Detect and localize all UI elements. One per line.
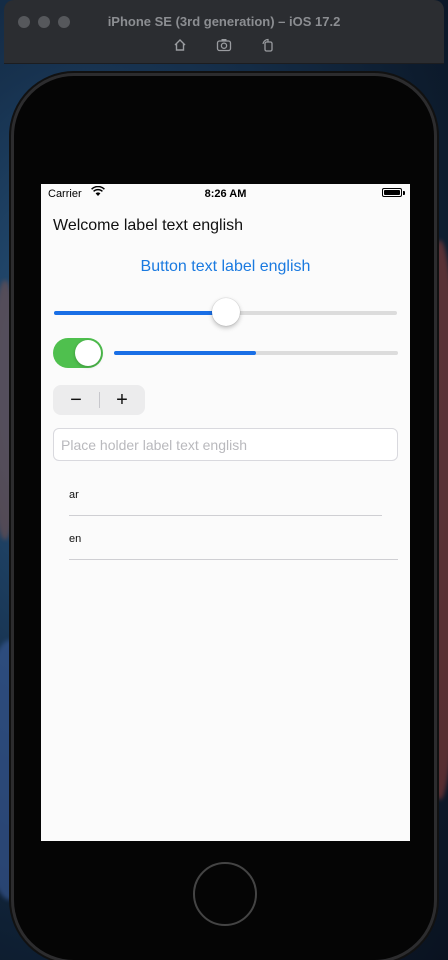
status-time: 8:26 AM — [204, 188, 247, 200]
stepper-divider — [99, 392, 100, 408]
screenshot-icon[interactable] — [215, 38, 233, 55]
battery-icon — [382, 188, 402, 197]
value-slider[interactable] — [54, 298, 397, 326]
simulator-title: iPhone SE (3rd generation) – iOS 17.2 — [107, 14, 341, 29]
main-button[interactable]: Button text label english — [41, 258, 410, 276]
stepper-decrement-button[interactable]: − — [53, 385, 99, 415]
list-item[interactable]: ar — [41, 472, 410, 516]
feature-switch[interactable] — [53, 338, 103, 368]
progress-fill — [114, 351, 256, 355]
status-bar: Carrier 8:26 AM — [41, 184, 410, 204]
progress-bar — [114, 351, 398, 355]
rotate-icon[interactable] — [259, 38, 277, 55]
simulator-title-bar: iPhone SE (3rd generation) – iOS 17.2 — [4, 0, 444, 64]
list-item[interactable]: en — [41, 516, 410, 560]
battery-tip — [403, 191, 405, 195]
simulator-toolbar — [4, 38, 444, 55]
list-separator — [69, 559, 398, 560]
list-item-label: ar — [69, 489, 79, 501]
stepper-increment-button[interactable]: + — [99, 385, 145, 415]
home-icon[interactable] — [171, 38, 189, 55]
welcome-label: Welcome label text english — [53, 217, 244, 234]
slider-fill — [54, 311, 226, 315]
language-list: ar en — [41, 472, 410, 560]
text-field — [53, 428, 398, 461]
app-screen: Carrier 8:26 AM Welcome label text engli… — [41, 184, 410, 841]
list-item-label: en — [69, 533, 82, 545]
switch-knob — [75, 340, 101, 366]
quantity-stepper: − + — [53, 385, 145, 415]
home-button[interactable] — [193, 862, 257, 926]
text-input[interactable] — [54, 429, 397, 460]
slider-thumb[interactable] — [211, 298, 240, 326]
